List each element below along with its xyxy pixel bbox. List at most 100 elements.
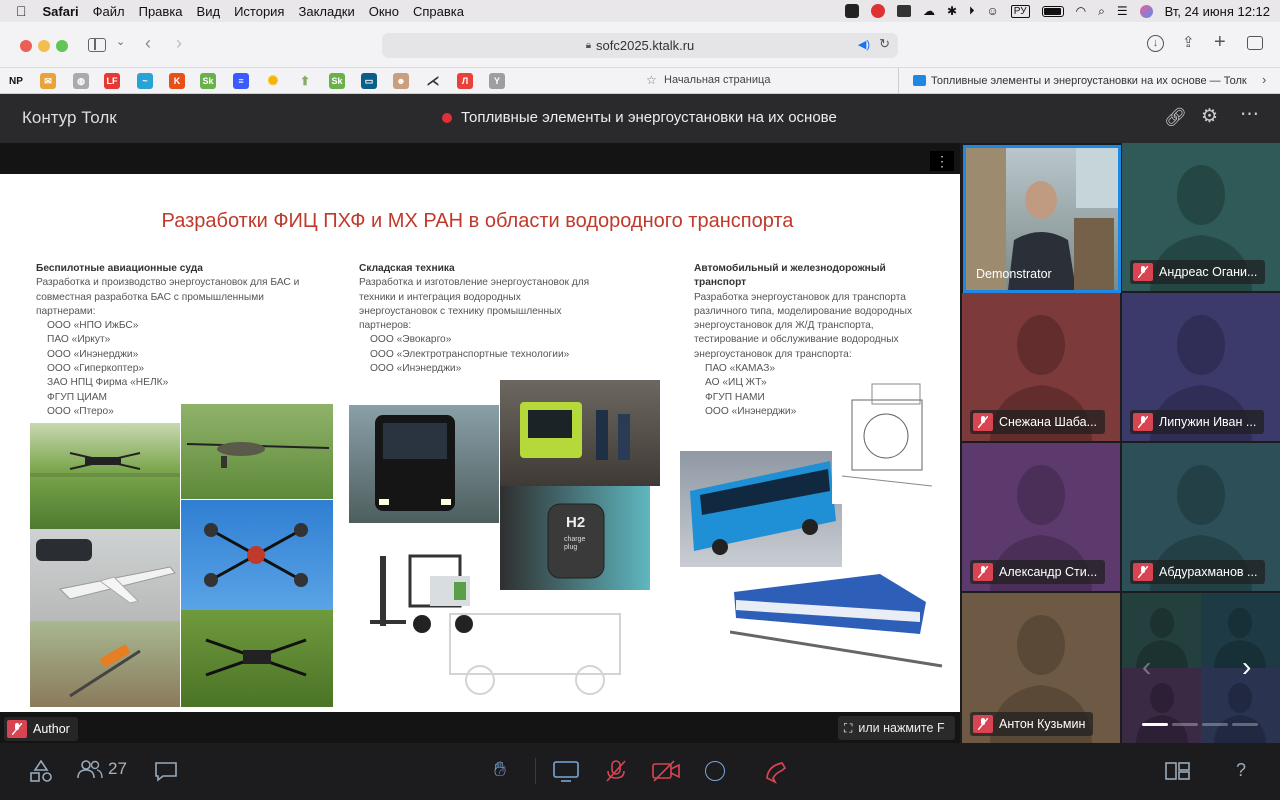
chat-icon[interactable]	[154, 760, 178, 787]
prev-page-icon[interactable]: ‹	[1142, 651, 1151, 683]
menu-window[interactable]: Окно	[369, 4, 399, 19]
menu-edit[interactable]: Правка	[139, 4, 183, 19]
raise-hand-icon[interactable]: ✋︎	[494, 758, 506, 782]
share-icon[interactable]: ⇪	[1182, 33, 1195, 51]
participant-tile[interactable]: Снежана Шаба...	[962, 293, 1120, 441]
favorite-sk-icon[interactable]: Sk	[200, 73, 216, 89]
meeting-controls-bar: 27 ✋︎ ?	[0, 743, 1280, 800]
participant-tile[interactable]: Андреас Огани...	[1122, 143, 1280, 291]
favorite-y-icon[interactable]: Y	[489, 73, 505, 89]
next-page-icon[interactable]: ›	[1242, 651, 1251, 683]
menu-view[interactable]: Вид	[197, 4, 221, 19]
wifi-icon[interactable]: ◠	[1076, 4, 1086, 18]
battery-icon[interactable]	[1041, 5, 1064, 17]
downloads-icon[interactable]: ↓	[1147, 35, 1164, 52]
favorite-bird-icon[interactable]: ~	[137, 73, 153, 89]
menu-file[interactable]: Файл	[93, 4, 125, 19]
clock[interactable]: Вт, 24 июня 12:12	[1165, 4, 1270, 19]
auto-photo-electric-bus	[680, 451, 842, 567]
user-icon[interactable]: ☺	[987, 4, 999, 18]
microphone-off-icon[interactable]	[605, 759, 627, 788]
status-notification-icon[interactable]	[870, 4, 885, 18]
input-language[interactable]: РУ	[1010, 4, 1030, 18]
bookmark-start-page[interactable]: Начальная страница	[664, 74, 770, 86]
favorite-stack-icon[interactable]: ≡	[233, 73, 249, 89]
chevron-down-icon[interactable]: ⌄	[116, 35, 125, 48]
favorite-sk2-icon[interactable]: Sk	[329, 73, 345, 89]
uav-photo-car-plane	[30, 529, 180, 621]
menu-app-name[interactable]: Safari	[43, 4, 79, 19]
column-warehouse: Складская техника Разработка и изготовле…	[359, 262, 659, 376]
favorite-person-icon[interactable]: ☻	[393, 73, 409, 89]
sidebar-toggle-icon[interactable]	[88, 38, 106, 52]
status-cloud-icon[interactable]: ☁	[923, 4, 935, 18]
slide-title: Разработки ФИЦ ПХФ и МХ РАН в области во…	[161, 210, 794, 232]
hang-up-icon[interactable]	[764, 760, 788, 789]
participant-tile-demonstrator[interactable]: Demonstrator	[963, 145, 1121, 293]
partner-item: ПАО «КАМАЗ»	[705, 363, 776, 375]
camera-off-icon[interactable]	[652, 760, 680, 787]
screen-share-icon[interactable]	[553, 760, 579, 787]
minimize-window-button[interactable]	[38, 40, 50, 52]
control-center-icon[interactable]: ☰	[1117, 4, 1128, 18]
fullscreen-hint[interactable]: ⛶ или нажмите F	[838, 716, 955, 740]
back-button[interactable]: ‹	[145, 33, 151, 54]
favorite-sun-icon[interactable]: ✺	[265, 73, 281, 89]
favorite-np-icon[interactable]: NP	[8, 73, 24, 89]
menu-help[interactable]: Справка	[413, 4, 464, 19]
apple-menu-icon[interactable]: 	[16, 3, 27, 19]
participant-tile[interactable]: Александр Сти...	[962, 443, 1120, 591]
settings-gear-icon[interactable]: ⚙	[1201, 105, 1218, 128]
app-logo[interactable]: Контур Толк	[22, 108, 117, 128]
more-menu-icon[interactable]: ⋯	[1240, 103, 1259, 126]
partner-item: ЗАО НПЦ Фирма «НЕЛК»	[47, 377, 169, 389]
status-messenger-icon[interactable]	[896, 5, 911, 17]
favorite-window-icon[interactable]: ▭	[361, 73, 377, 89]
bluetooth-icon[interactable]: ✱	[947, 4, 957, 18]
zoom-window-button[interactable]	[56, 40, 68, 52]
audio-playing-icon[interactable]: ◀)	[858, 38, 870, 51]
link-icon[interactable]: 🔗︎	[1164, 107, 1187, 128]
favorite-rocket-icon[interactable]: ⬆	[297, 73, 313, 89]
favorite-k-icon[interactable]: K	[169, 73, 185, 89]
participant-tile[interactable]: Абдурахманов ...	[1122, 443, 1280, 591]
reload-icon[interactable]: ↻	[879, 36, 890, 52]
status-app-icon[interactable]	[844, 4, 859, 18]
app-header: Контур Толк Топливные элементы и энергоу…	[0, 94, 1280, 143]
shapes-icon[interactable]	[30, 759, 52, 787]
tab-scroll-right-icon[interactable]: ›	[1262, 72, 1266, 87]
menu-bookmarks[interactable]: Закладки	[298, 4, 354, 19]
favorite-arrow-icon[interactable]: ⋌	[425, 73, 441, 89]
address-bar[interactable]: 🔒︎ sofc2025.ktalk.ru ◀) ↻	[382, 33, 898, 58]
column-uav-text-3: партнерами:	[36, 305, 96, 317]
forward-button[interactable]: ›	[176, 33, 182, 54]
warehouse-chassis-drawing	[440, 584, 640, 704]
play-icon[interactable]: ⏵	[969, 5, 975, 18]
favorites-bar: NP ✉ ◍ LF ~ K Sk ≡ ✺ ⬆ Sk ▭ ☻ ⋌ Л Y ☆ На…	[0, 68, 1280, 94]
more-participants-tile[interactable]: ‹ ›	[1122, 593, 1280, 743]
page-dot[interactable]	[1202, 723, 1228, 726]
page-dot[interactable]	[1232, 723, 1258, 726]
favorite-lf-icon[interactable]: LF	[104, 73, 120, 89]
favorite-l-icon[interactable]: Л	[457, 73, 473, 89]
layout-icon[interactable]	[1165, 761, 1191, 786]
tab-overview-icon[interactable]	[1247, 36, 1263, 50]
participant-name-label: Абдурахманов ...	[1130, 560, 1266, 584]
favorite-mail-icon[interactable]: ✉	[40, 73, 56, 89]
menu-history[interactable]: История	[234, 4, 284, 19]
participant-tile[interactable]: Липужин Иван ...	[1122, 293, 1280, 441]
participants-button[interactable]: 27	[77, 759, 127, 779]
favorite-site-icon[interactable]: ◍	[73, 73, 89, 89]
close-window-button[interactable]	[20, 40, 32, 52]
active-tab[interactable]: Топливные элементы и энергоустановки на …	[898, 68, 1280, 94]
new-tab-icon[interactable]: +	[1214, 31, 1226, 54]
stage-more-icon[interactable]: ⋮	[930, 151, 954, 171]
divider	[535, 758, 536, 784]
page-dot[interactable]	[1172, 723, 1198, 726]
record-button-icon[interactable]	[705, 761, 725, 781]
help-icon[interactable]: ?	[1236, 760, 1246, 781]
siri-icon[interactable]	[1139, 4, 1153, 18]
spotlight-icon[interactable]: ⌕	[1098, 4, 1105, 19]
page-dot-active[interactable]	[1142, 723, 1168, 726]
participant-tile[interactable]: Антон Кузьмин	[962, 593, 1120, 743]
